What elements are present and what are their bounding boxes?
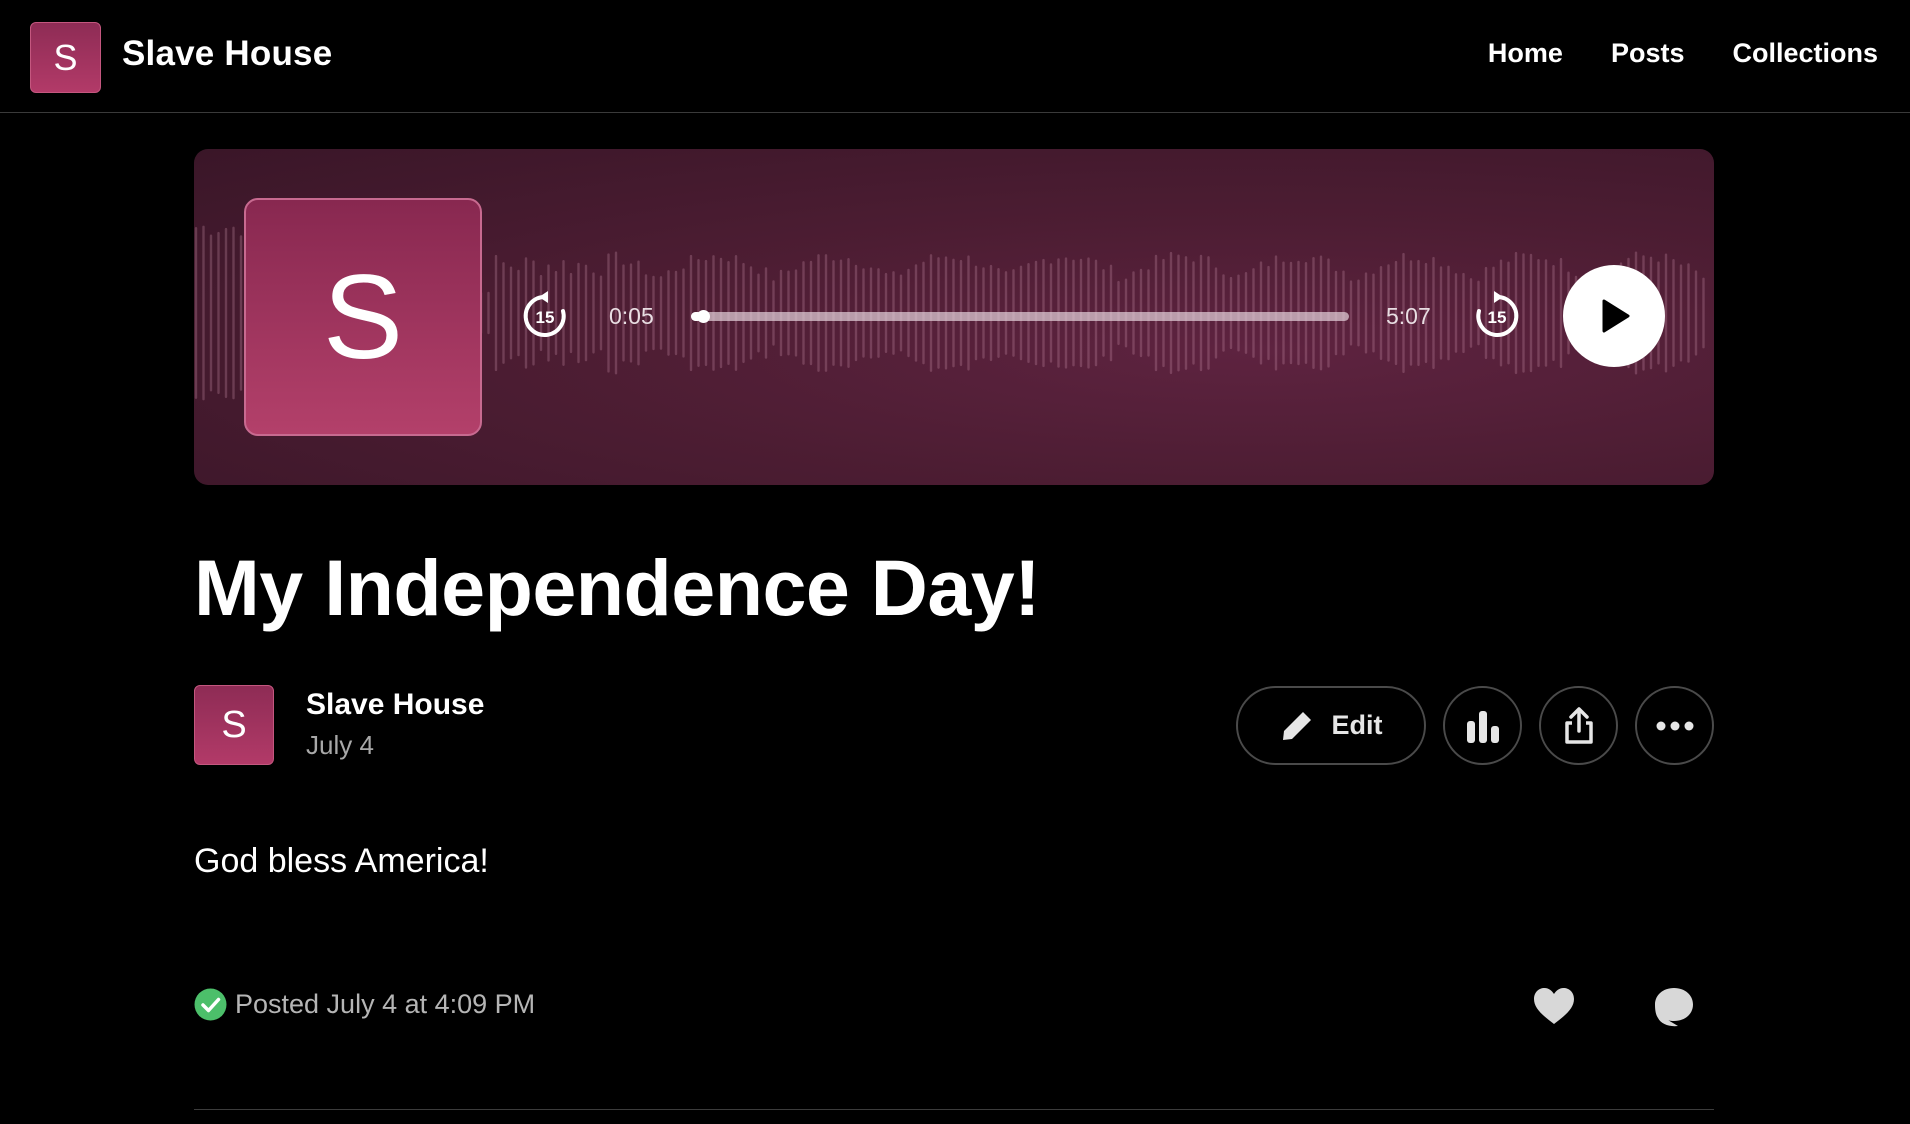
current-time: 0:05	[609, 303, 654, 329]
edit-label: Edit	[1331, 710, 1383, 740]
bar-chart-icon	[1466, 710, 1499, 743]
progress-handle[interactable]	[696, 310, 710, 323]
skip-back-button[interactable]: 15	[518, 289, 572, 343]
play-icon	[1602, 299, 1630, 333]
more-options-button[interactable]	[1635, 686, 1714, 765]
main-nav: Home Posts Collections	[1488, 38, 1878, 69]
pencil-icon	[1282, 711, 1311, 740]
site-logo-letter: S	[53, 36, 78, 78]
cover-letter: S	[322, 250, 404, 384]
top-bar: S Slave House Home Posts Collections	[0, 0, 1910, 113]
author-name[interactable]: Slave House	[306, 688, 484, 722]
post-body: God bless America!	[194, 842, 489, 880]
forward-15-icon: 15	[1476, 291, 1519, 337]
heart-icon	[1534, 988, 1574, 1024]
author-avatar[interactable]: S	[194, 685, 274, 765]
post-date: July 4	[306, 730, 374, 760]
skip-forward-button[interactable]: 15	[1470, 289, 1524, 343]
posted-timestamp: Posted July 4 at 4:09 PM	[235, 989, 536, 1019]
more-icon	[1656, 721, 1693, 730]
author-avatar-letter: S	[221, 703, 247, 746]
skip-back-seconds: 15	[536, 308, 555, 327]
nav-posts[interactable]: Posts	[1611, 38, 1685, 69]
total-time: 5:07	[1386, 303, 1431, 329]
comment-icon	[1655, 988, 1693, 1027]
play-button[interactable]	[1563, 265, 1665, 367]
post-title: My Independence Day!	[194, 543, 1041, 632]
site-title[interactable]: Slave House	[122, 34, 332, 74]
divider	[194, 1109, 1714, 1110]
nav-collections[interactable]: Collections	[1732, 38, 1878, 69]
share-button[interactable]	[1539, 686, 1618, 765]
site-logo[interactable]: S	[30, 22, 101, 93]
cover-art: S	[244, 198, 482, 436]
comment-button[interactable]	[1652, 985, 1696, 1029]
progress-track[interactable]	[691, 310, 1349, 323]
rewind-15-icon: 15	[523, 291, 566, 337]
edit-button[interactable]: Edit	[1236, 686, 1426, 765]
nav-home[interactable]: Home	[1488, 38, 1563, 69]
post-status: Posted July 4 at 4:09 PM	[194, 988, 535, 1021]
check-circle-icon	[194, 988, 227, 1021]
share-icon	[1564, 706, 1593, 744]
stats-button[interactable]	[1443, 686, 1522, 765]
audio-player: S 15 0:05 5:07 15	[194, 149, 1714, 485]
skip-forward-seconds: 15	[1488, 308, 1507, 327]
like-button[interactable]	[1532, 985, 1576, 1029]
